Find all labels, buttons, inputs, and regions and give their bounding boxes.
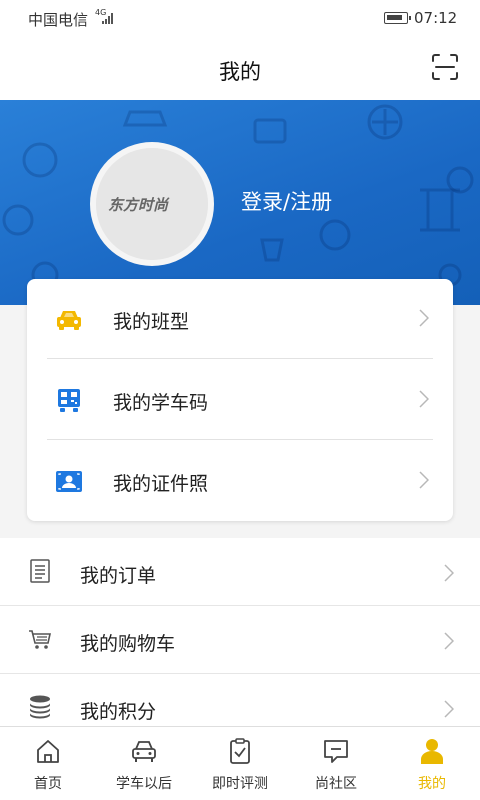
card-item-label: 我的班型: [113, 311, 190, 333]
divider: [47, 439, 433, 440]
tab-label: 尚社区: [315, 776, 357, 792]
menu-item-cart[interactable]: 我的购物车: [0, 606, 480, 673]
page-title: 我的: [219, 60, 261, 84]
tab-label: 首页: [34, 776, 62, 792]
menu-item-orders[interactable]: 我的订单: [0, 538, 480, 605]
tab-after-learning[interactable]: 学车以后: [96, 727, 192, 800]
battery-icon: [384, 12, 411, 24]
login-register-link[interactable]: 登录/注册: [241, 186, 332, 216]
tab-instant-evaluation[interactable]: 即时评测: [192, 727, 288, 800]
tab-community[interactable]: 尚社区: [288, 727, 384, 800]
svg-text:东方时尚: 东方时尚: [108, 196, 170, 214]
bottom-tab-bar: 首页 学车以后 即时评测 尚社区 我的: [0, 726, 480, 800]
cart-icon: [28, 626, 52, 652]
header: 我的: [0, 36, 480, 100]
feature-card: 我的班型 我的学车码 我的证件照: [27, 279, 453, 521]
chevron-right-icon: [419, 390, 430, 408]
person-icon: [418, 737, 446, 765]
car-outline-icon: [130, 737, 158, 765]
brand-logo: 东方时尚: [96, 148, 208, 260]
signal-icon: [102, 12, 113, 24]
chevron-right-icon: [419, 471, 430, 489]
tab-label: 我的: [418, 776, 446, 792]
chevron-right-icon: [444, 700, 455, 718]
order-icon: [28, 558, 52, 584]
points-icon: [28, 694, 52, 720]
profile-banner: 东方时尚 登录/注册: [0, 100, 480, 305]
id-photo-icon: [55, 469, 83, 495]
qr-code-icon: [55, 388, 83, 414]
tab-mine[interactable]: 我的: [384, 727, 480, 800]
card-item-learner-code[interactable]: 我的学车码: [27, 360, 453, 440]
chat-icon: [322, 737, 350, 765]
status-bar: 中国电信 4G 07:12: [0, 0, 480, 36]
car-icon: [55, 307, 83, 333]
chevron-right-icon: [444, 632, 455, 650]
avatar[interactable]: 东方时尚: [90, 142, 214, 266]
card-item-id-photo[interactable]: 我的证件照: [27, 441, 453, 521]
card-item-label: 我的学车码: [113, 392, 209, 414]
menu-item-label: 我的购物车: [80, 633, 176, 655]
home-icon: [34, 737, 62, 765]
tab-home[interactable]: 首页: [0, 727, 96, 800]
chevron-right-icon: [419, 309, 430, 327]
menu-item-label: 我的订单: [80, 565, 157, 587]
carrier-label: 中国电信: [28, 11, 89, 29]
divider: [47, 358, 433, 359]
card-item-class-type[interactable]: 我的班型: [27, 279, 453, 359]
tab-label: 学车以后: [116, 776, 172, 792]
clock: 07:12: [414, 9, 458, 27]
banner-pattern: [2, 104, 474, 289]
clipboard-check-icon: [226, 737, 254, 765]
card-item-label: 我的证件照: [113, 473, 209, 495]
scan-icon[interactable]: [428, 50, 462, 84]
menu-list: 我的订单 我的购物车 我的积分: [0, 538, 480, 733]
menu-item-label: 我的积分: [80, 701, 157, 723]
tab-label: 即时评测: [212, 776, 268, 792]
chevron-right-icon: [444, 564, 455, 582]
